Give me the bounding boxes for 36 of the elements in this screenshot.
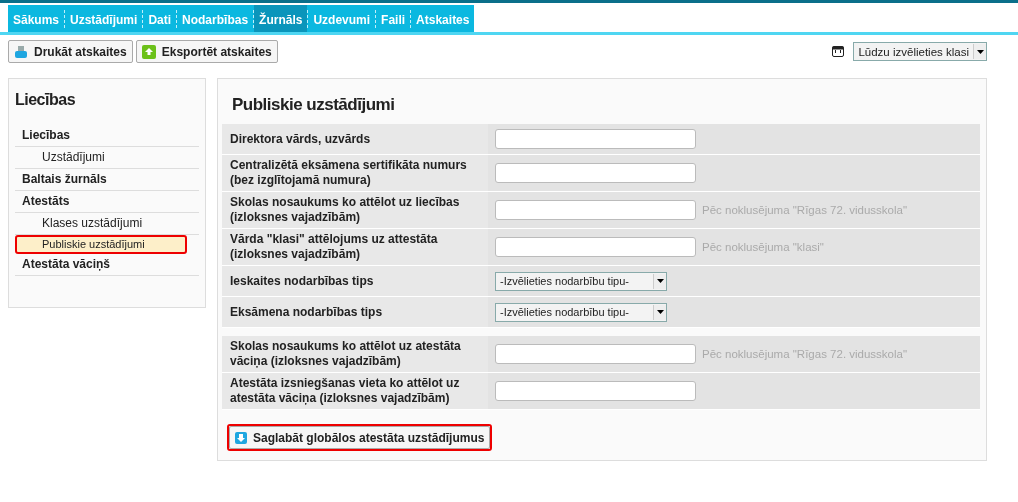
dropdown-arrow-icon <box>656 279 664 283</box>
field-label: Atestāta izsniegšanas vieta ko attēlot uz atestāta vāciņa (izloksnes vajadzībām) <box>230 376 461 406</box>
calendar-icon <box>832 46 845 57</box>
sidebar-item[interactable]: Atestāta vāciņš <box>15 254 199 276</box>
sidebar-title: Liecības <box>15 91 77 109</box>
download-icon <box>235 431 247 444</box>
sidebar-item[interactable]: Liecības <box>15 125 199 147</box>
sidebar-subitem[interactable]: Publiskie uzstādījumi <box>15 235 187 254</box>
class-dropdown[interactable]: Lūdzu izvēlieties klasi <box>853 42 987 61</box>
toolbar-button[interactable]: Drukāt atskaites <box>8 40 133 63</box>
sidebar-item[interactable]: Baltais žurnāls <box>15 169 199 191</box>
field-label: Centralizētā eksāmena sertifikāta numurs (bez izglītojamā numura) <box>230 158 468 188</box>
input-field[interactable] <box>495 163 696 183</box>
type-dropdown[interactable]: -Izvēlieties nodarbību tipu- <box>495 271 667 291</box>
page-title: Publiskie uzstādījumi <box>232 95 396 115</box>
field-label: Direktora vārds, uzvārds <box>230 131 371 147</box>
input-field[interactable] <box>495 381 696 401</box>
printer-icon <box>14 44 28 59</box>
field-label: Eksāmena nodarbības tips <box>230 304 383 320</box>
save-button[interactable]: Saglabāt globālos atestāta uzstādījumus <box>229 426 491 449</box>
type-dropdown[interactable]: -Izvēlieties nodarbību tipu- <box>495 302 667 322</box>
input-field[interactable] <box>495 237 696 257</box>
dropdown-arrow-icon <box>656 310 664 314</box>
upload-icon <box>141 44 156 59</box>
sidebar-subitem[interactable]: Uzstādījumi <box>15 147 199 169</box>
sidebar-item[interactable]: Atestāts <box>15 191 199 213</box>
default-hint: Pēc noklusējuma "klasi" <box>702 241 824 253</box>
input-field[interactable] <box>495 129 696 149</box>
field-label: Ieskaites nodarbības tips <box>230 273 374 289</box>
field-label: Vārda "klasi" attēlojums uz attestāta (izloksnes vajadzībām) <box>230 232 439 262</box>
input-field[interactable] <box>495 200 696 220</box>
toolbar-button[interactable]: Eksportēt atskaites <box>135 40 278 63</box>
field-label: Skolas nosaukums ko attēlot uz atestāta vāciņa (izloksnes vajadzībām) <box>230 339 462 369</box>
dropdown-arrow-icon <box>976 49 984 54</box>
field-label: Skolas nosaukums ko attēlot uz liecības (izloksnes vajadzībām) <box>230 195 461 225</box>
input-field[interactable] <box>495 344 696 364</box>
